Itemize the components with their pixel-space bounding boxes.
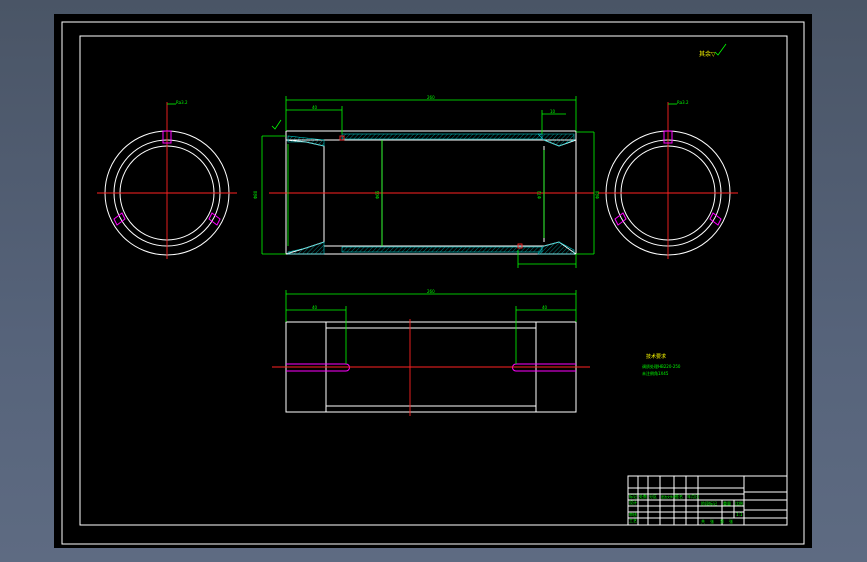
- tb-col-count: 处数: [639, 493, 647, 499]
- tech-req-line-2: 未注倒角1X45: [642, 370, 669, 376]
- inner-frame: [79, 35, 788, 526]
- tb-page: 第: [720, 518, 724, 524]
- tb-scale: 1:1: [736, 512, 743, 517]
- tech-requirements: 技术要求 调质处理HB220-250 未注倒角1X45: [642, 353, 681, 376]
- tb-row-process: 工艺: [629, 518, 637, 523]
- tech-req-title: 技术要求: [646, 353, 666, 360]
- dim-bottom-left: 40: [312, 305, 318, 310]
- tb-col-docno: 更改文件号: [661, 494, 676, 499]
- dim-od-right: Φ80: [595, 190, 600, 199]
- left-ring-mark: Ra3.2: [176, 100, 188, 105]
- dim-bottom-length: 260: [427, 289, 435, 294]
- dim-bore-right: Φ72: [537, 190, 542, 199]
- front-dimensions: 260 40 10 Φ80 Φ65 Φ72 Φ80: [253, 95, 600, 268]
- tb-total: 共: [701, 518, 705, 524]
- bottom-view: 260 40 40: [272, 289, 590, 416]
- title-block: 标记 处数 分区 更改文件号 签名 年月日 设计 审核 工艺 阶段标记 重量 比…: [627, 475, 788, 526]
- tb-stage: 阶段标记: [701, 500, 717, 506]
- cad-drawing: 其余▽ Ra3.2 Ra3.2 260 40 10 Φ80 Φ65 Φ72 Φ8…: [61, 21, 805, 545]
- front-section-view: [269, 130, 594, 255]
- tb-total-sheets: 张: [710, 518, 714, 524]
- tb-col-sign: 签名: [675, 493, 683, 499]
- tb-col-zone: 分区: [649, 493, 657, 499]
- tb-row-review: 审核: [629, 511, 637, 517]
- dim-id-mid: Φ65: [375, 190, 380, 199]
- tb-page-sheet: 张: [729, 518, 733, 524]
- left-end-view: Ra3.2: [97, 100, 237, 259]
- dim-left-offset: 40: [312, 105, 318, 110]
- right-ring-mark: Ra3.2: [677, 100, 689, 105]
- tb-col-date: 年月日: [687, 493, 699, 499]
- tb-weight: 重量: [723, 500, 731, 506]
- dim-bottom-right: 40: [542, 305, 548, 310]
- dim-overall-length: 260: [427, 95, 435, 100]
- tech-req-line-1: 调质处理HB220-250: [642, 363, 681, 369]
- roughness-note: 其余▽: [699, 43, 727, 58]
- tb-col-mark: 标记: [629, 493, 637, 499]
- tb-row-design: 设计: [629, 499, 637, 505]
- right-end-view: Ra3.2: [598, 100, 738, 259]
- dim-od-left: Φ80: [253, 190, 258, 199]
- cad-viewport[interactable]: 其余▽ Ra3.2 Ra3.2 260 40 10 Φ80 Φ65 Φ72 Φ8…: [54, 14, 812, 548]
- tb-scale-label: 比例: [735, 500, 743, 506]
- roughness-note-text: 其余▽: [699, 50, 716, 58]
- dim-right-offset: 10: [550, 109, 556, 114]
